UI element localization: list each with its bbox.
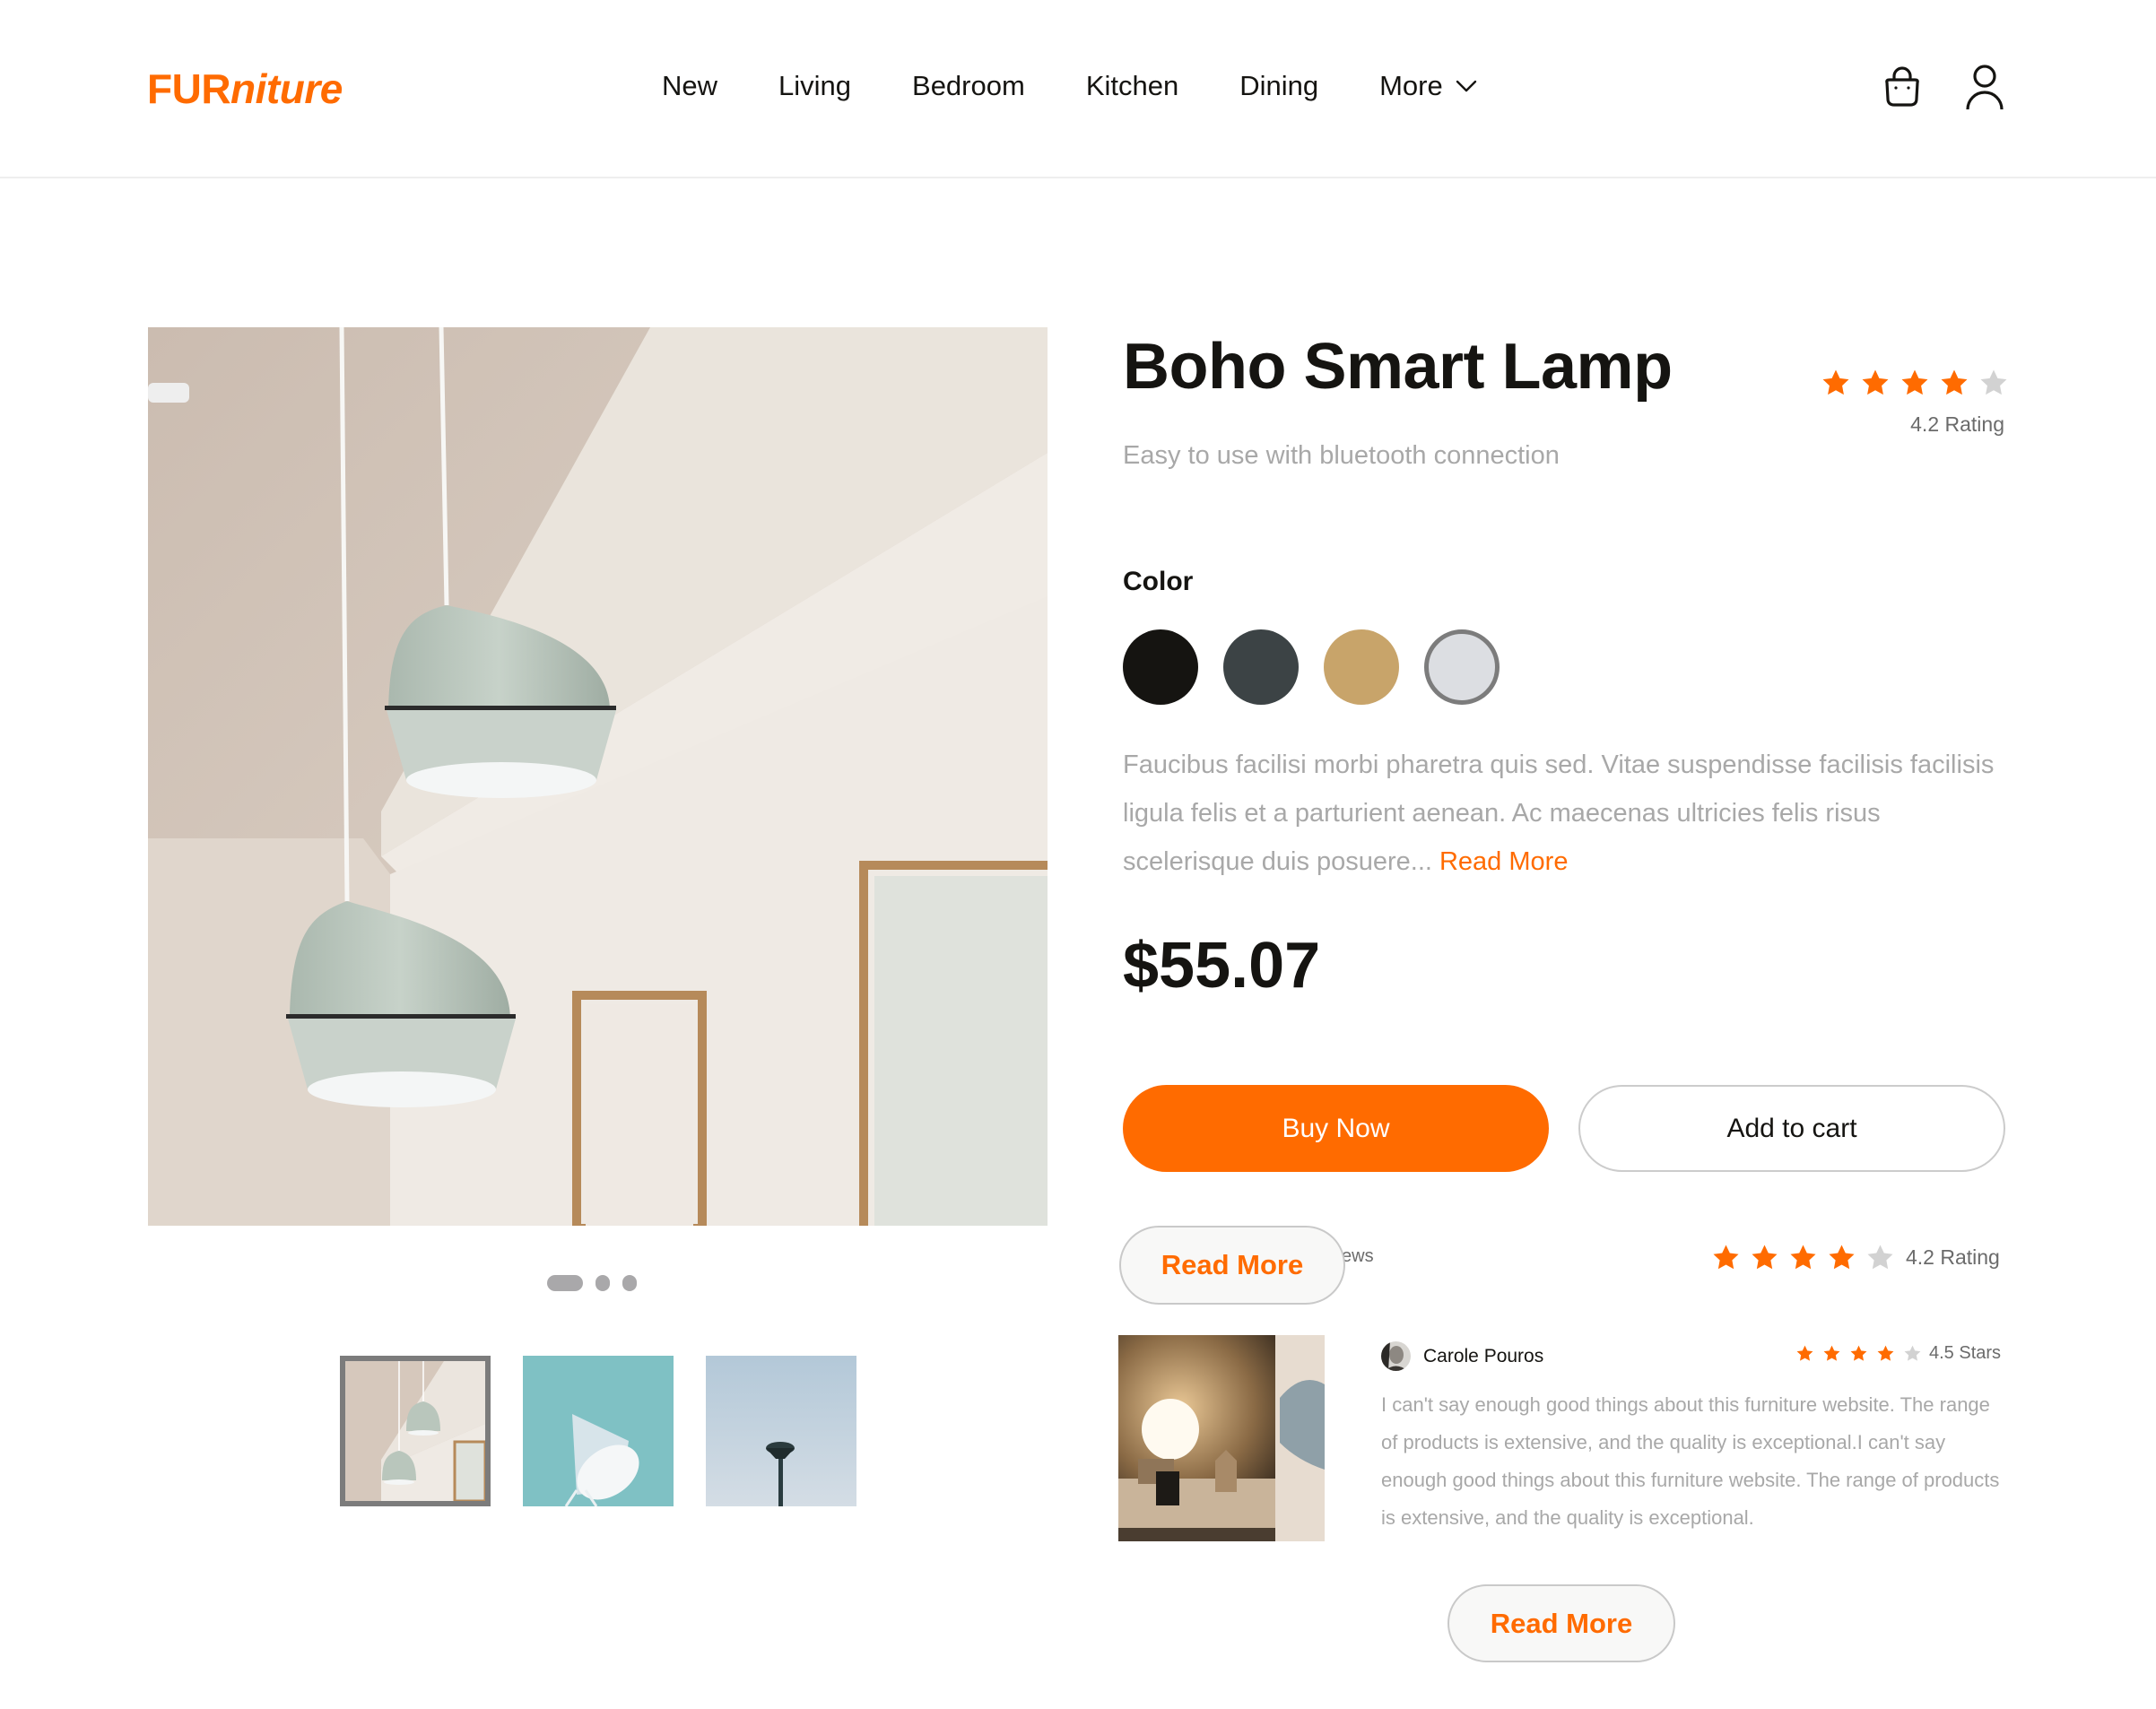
nav-item-new[interactable]: New xyxy=(662,70,717,102)
reviews-read-more-button[interactable]: Read More xyxy=(1119,1226,1345,1305)
product-rating-stars xyxy=(1821,368,2009,398)
logo-upper-text: FUR xyxy=(147,65,231,112)
nav-label: Bedroom xyxy=(912,70,1025,101)
review-rating-label: 4.5 Stars xyxy=(1929,1343,2002,1363)
thumbnail-teal-desk-lamp[interactable] xyxy=(523,1356,674,1506)
avatar-photo xyxy=(1381,1341,1411,1371)
account-button[interactable] xyxy=(1964,65,2005,115)
star-filled-icon xyxy=(1829,1245,1855,1270)
star-filled-icon xyxy=(1790,1245,1816,1270)
nav-label: Living xyxy=(778,70,852,101)
reviews-rating-label: 4.2 Rating xyxy=(1906,1245,2000,1269)
star-filled-icon xyxy=(1901,369,1928,395)
star-filled-icon xyxy=(1822,369,1849,395)
star-filled-icon xyxy=(1796,1345,1813,1361)
star-filled-icon xyxy=(1862,369,1889,395)
read-more-label: Read More xyxy=(1161,1249,1304,1280)
reviews-read-more-bottom-button[interactable]: Read More xyxy=(1447,1584,1675,1662)
add-to-cart-label: Add to cart xyxy=(1726,1113,1857,1143)
nav-item-living[interactable]: Living xyxy=(778,70,851,102)
add-to-cart-button[interactable]: Add to cart xyxy=(1578,1085,2005,1172)
thumbnail-strip xyxy=(340,1356,889,1506)
review-photo xyxy=(1118,1335,1325,1541)
carousel-dots xyxy=(547,1275,649,1291)
thumbnail-pendant-lamps[interactable] xyxy=(340,1356,491,1506)
nav-label: Dining xyxy=(1239,70,1319,101)
product-rating-label: 4.2 Rating xyxy=(1910,412,2004,436)
brand-logo[interactable]: FURniture xyxy=(147,65,343,113)
review-text: I can't say enough good things about thi… xyxy=(1381,1393,2000,1529)
color-swatch-charcoal[interactable] xyxy=(1223,629,1299,705)
nav-label: Kitchen xyxy=(1085,70,1179,101)
star-empty-icon xyxy=(1904,1345,1921,1361)
teal-desk-lamp-thumb xyxy=(523,1356,674,1506)
nav-label: New xyxy=(662,70,718,101)
product-price: $55.07 xyxy=(1123,930,1321,1002)
color-swatch-black[interactable] xyxy=(1123,629,1198,705)
color-swatch-sand[interactable] xyxy=(1324,629,1399,705)
nav-item-more[interactable]: More xyxy=(1379,70,1477,102)
chevron-down-icon xyxy=(1456,80,1476,92)
product-description: Faucibus facilisi morbi pharetra quis se… xyxy=(1123,741,2002,886)
street-lamp-thumb xyxy=(706,1356,856,1506)
star-filled-icon xyxy=(1850,1345,1867,1361)
product-subtitle: Easy to use with bluetooth connection xyxy=(1123,441,1560,470)
star-empty-icon xyxy=(1867,1245,1893,1270)
pendant-lamps-photo xyxy=(148,327,1048,1226)
shopping-bag-icon xyxy=(1885,66,1919,107)
main-nav: New Living Bedroom Kitchen Dining More xyxy=(662,70,1477,102)
reviews-rating-stars xyxy=(1711,1243,1895,1272)
user-icon xyxy=(1966,65,2004,110)
pendant-lamps-thumb xyxy=(345,1361,485,1501)
star-filled-icon xyxy=(1941,369,1968,395)
review-rating: 4.5 Stars xyxy=(1795,1343,2001,1364)
carousel-dot-1[interactable] xyxy=(547,1275,583,1291)
thumbnail-street-lamp[interactable] xyxy=(706,1356,856,1506)
star-empty-icon xyxy=(1980,369,2007,395)
carousel-dot-3[interactable] xyxy=(622,1275,637,1291)
nav-item-dining[interactable]: Dining xyxy=(1239,70,1318,102)
carousel-dot-2[interactable] xyxy=(596,1275,610,1291)
read-more-label: Read More xyxy=(1490,1607,1633,1639)
star-filled-icon xyxy=(1713,1245,1739,1270)
nav-label: More xyxy=(1379,70,1443,101)
star-filled-icon xyxy=(1752,1245,1778,1270)
review-rating-stars xyxy=(1795,1344,1922,1363)
star-filled-icon xyxy=(1823,1345,1840,1361)
logo-italic-text: niture xyxy=(230,65,343,112)
buy-now-label: Buy Now xyxy=(1282,1113,1390,1143)
reviewer-name: Carole Pouros xyxy=(1423,1345,1544,1366)
site-header: FURniture New Living Bedroom Kitchen Din… xyxy=(0,0,2156,178)
reviewer-avatar xyxy=(1381,1341,1411,1371)
reviews-heading-text: ews xyxy=(1342,1246,1374,1266)
reviewer-info: Carole Pouros xyxy=(1381,1341,1543,1371)
reviews-rating: 4.2 Rating xyxy=(1711,1243,2000,1272)
color-swatches xyxy=(1123,629,1525,705)
cart-button[interactable] xyxy=(1882,65,1923,113)
color-swatch-light-grey[interactable] xyxy=(1424,629,1500,705)
table-lamp-photo xyxy=(1118,1335,1325,1541)
buy-now-button[interactable]: Buy Now xyxy=(1123,1085,1549,1172)
nav-item-kitchen[interactable]: Kitchen xyxy=(1086,70,1178,102)
product-main-image xyxy=(148,327,1048,1226)
color-label: Color xyxy=(1123,567,1194,596)
star-filled-icon xyxy=(1877,1345,1894,1361)
nav-item-bedroom[interactable]: Bedroom xyxy=(912,70,1025,102)
product-title: Boho Smart Lamp xyxy=(1123,331,1673,403)
description-read-more-link[interactable]: Read More xyxy=(1439,847,1568,876)
